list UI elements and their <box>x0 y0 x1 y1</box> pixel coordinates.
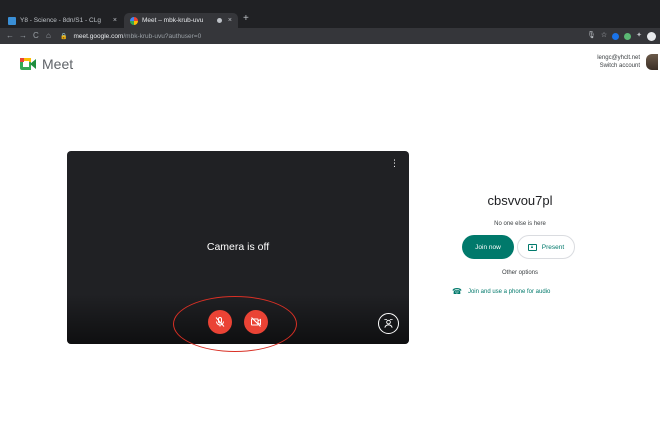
meet-logo[interactable]: Meet <box>20 56 73 72</box>
extension-icon[interactable] <box>624 32 632 40</box>
avatar[interactable] <box>646 54 658 70</box>
account-email: lengc@yhclt.net <box>597 55 640 61</box>
tab-meet[interactable]: Meet – mbk-krub-uvu × <box>124 13 238 28</box>
extensions-puzzle-icon[interactable]: ✦ <box>636 30 642 42</box>
join-now-button[interactable]: Join now <box>462 235 514 259</box>
extension-icon[interactable] <box>612 32 620 40</box>
phone-audio-label: Join and use a phone for audio <box>467 289 551 295</box>
reload-icon[interactable]: C <box>33 30 39 42</box>
close-tab-icon[interactable]: × <box>228 17 232 24</box>
browser-toolbar: ← → C ⌂ 🔒 meet.google.com /mbk-krub-uvu?… <box>0 28 660 44</box>
browser-tab-strip: Y8 - Science - 8dn/S1 - CLg × Meet – mbk… <box>0 0 660 28</box>
camera-status: Camera is off <box>206 241 270 253</box>
tab-classroom[interactable]: Y8 - Science - 8dn/S1 - CLg × <box>8 13 123 28</box>
background-effects-icon <box>384 319 393 328</box>
mic-permission-icon[interactable]: 🎙 <box>587 30 596 42</box>
url-path: /mbk-krub-uvu?authuser=0 <box>123 32 202 40</box>
other-options-heading: Other options <box>501 270 539 276</box>
more-options-icon[interactable]: ⋮ <box>390 159 399 168</box>
url-host: meet.google.com <box>73 32 124 40</box>
toolbar-icons: 🎙 ☆ ✦ <box>587 30 656 42</box>
new-tab-button[interactable]: + <box>243 13 249 24</box>
meet-logo-icon <box>20 58 36 70</box>
annotation-circle <box>173 296 297 352</box>
home-icon[interactable]: ⌂ <box>46 30 51 42</box>
meeting-code: cbsvvou7pl <box>487 193 553 208</box>
classroom-favicon-icon <box>8 16 16 25</box>
tab-title: Meet – mbk-krub-uvu <box>142 17 204 24</box>
meet-favicon-icon <box>130 16 138 25</box>
present-label: Present <box>541 243 565 251</box>
phone-audio-link[interactable]: ☎ Join and use a phone for audio <box>452 288 580 296</box>
visual-effects-button[interactable] <box>378 313 399 334</box>
account-info[interactable]: lengc@yhclt.net Switch account <box>597 54 640 70</box>
lock-icon[interactable]: 🔒 <box>60 33 67 40</box>
bookmark-star-icon[interactable]: ☆ <box>601 30 607 42</box>
participant-status: No one else is here <box>494 221 546 227</box>
address-bar[interactable]: 🔒 meet.google.com /mbk-krub-uvu?authuser… <box>60 30 600 42</box>
tab-title: Y8 - Science - 8dn/S1 - CLg <box>20 17 101 24</box>
present-button[interactable]: Present <box>517 235 575 259</box>
close-tab-icon[interactable]: × <box>113 17 117 24</box>
switch-account-link[interactable]: Switch account <box>597 62 640 70</box>
product-name: Meet <box>42 56 74 72</box>
present-screen-icon <box>527 243 537 251</box>
forward-icon[interactable]: → <box>19 30 27 42</box>
phone-icon: ☎ <box>452 287 462 296</box>
profile-icon[interactable] <box>647 31 656 41</box>
recording-indicator-icon <box>217 18 222 23</box>
back-icon[interactable]: ← <box>6 30 14 42</box>
